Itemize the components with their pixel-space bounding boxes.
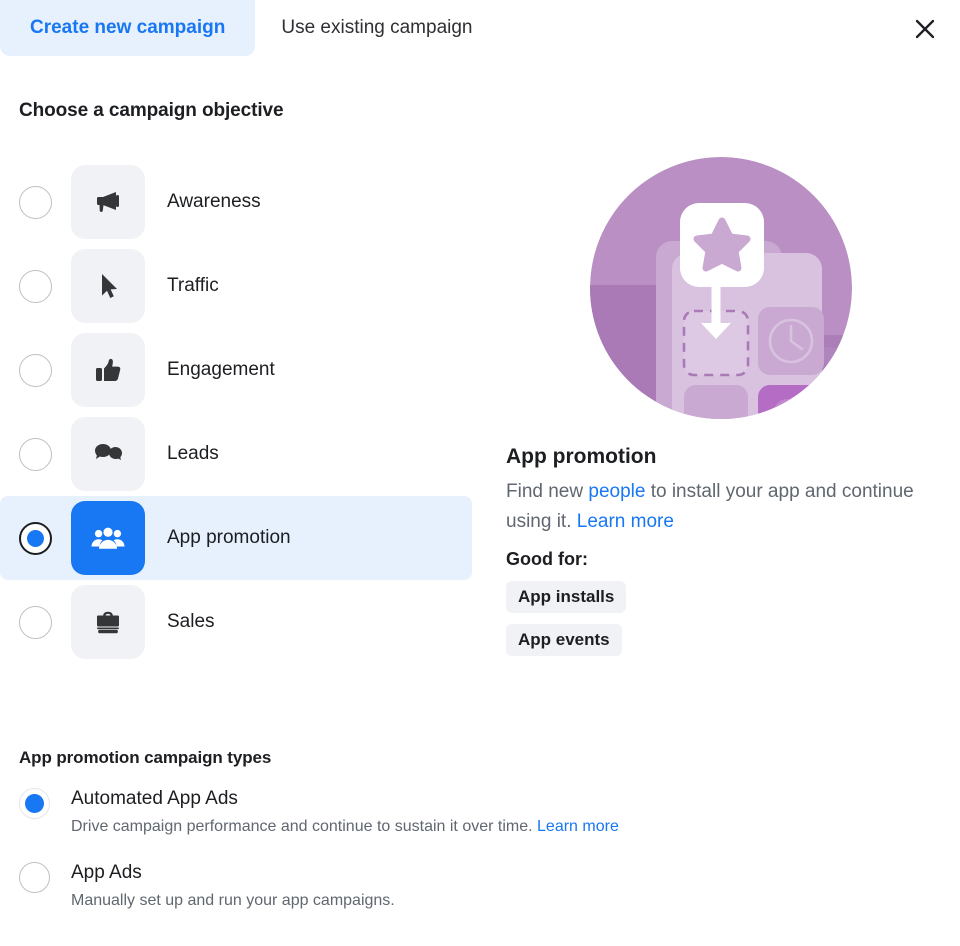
tab-create-new-campaign-label: Create new campaign	[30, 17, 226, 38]
cursor-icon	[102, 274, 117, 298]
close-icon	[915, 19, 935, 39]
campaign-types-list: Automated App Ads Drive campaign perform…	[19, 786, 919, 934]
learn-more-link[interactable]: Learn more	[577, 511, 674, 532]
objective-icon-tile-app-promotion	[71, 501, 145, 575]
app-install-illustration	[590, 157, 852, 419]
radio-traffic[interactable]	[19, 269, 52, 303]
tab-use-existing-campaign-label: Use existing campaign	[281, 17, 473, 38]
campaign-type-learn-more-link[interactable]: Learn more	[537, 818, 619, 835]
close-button[interactable]	[908, 12, 942, 46]
detail-title: App promotion	[506, 445, 657, 468]
people-link[interactable]: people	[588, 481, 645, 502]
objective-icon-tile-engagement	[71, 333, 145, 407]
radio-app-promotion[interactable]	[19, 521, 52, 555]
thumbs-up-icon	[96, 358, 121, 381]
objective-row-leads[interactable]: Leads	[0, 412, 472, 496]
objective-row-engagement[interactable]: Engagement	[0, 328, 472, 412]
campaign-type-desc-app-ads: Manually set up and run your app campaig…	[71, 892, 395, 909]
objective-label-sales: Sales	[167, 611, 215, 632]
detail-desc-part1: Find new	[506, 481, 589, 502]
radio-awareness[interactable]	[19, 185, 52, 219]
objective-label-engagement: Engagement	[167, 359, 275, 380]
speech-bubbles-icon	[95, 444, 122, 460]
illustration-wrap	[506, 155, 936, 421]
chip-app-installs: App installs	[506, 581, 627, 613]
chip-row-app-events: App events	[506, 613, 936, 656]
megaphone-icon	[97, 192, 119, 212]
briefcase-icon	[97, 611, 119, 634]
objective-label-awareness: Awareness	[167, 191, 261, 212]
campaign-types-heading: App promotion campaign types	[19, 748, 272, 767]
good-for-label: Good for:	[506, 549, 588, 569]
radio-sales[interactable]	[19, 605, 52, 639]
objective-section-heading: Choose a campaign objective	[19, 100, 284, 121]
objective-row-awareness[interactable]: Awareness	[0, 160, 472, 244]
objective-icon-tile-sales	[71, 585, 145, 659]
tab-bar: Create new campaign Use existing campaig…	[0, 0, 960, 56]
tab-use-existing-campaign[interactable]: Use existing campaign	[255, 0, 498, 56]
campaign-type-desc-automated-app-ads: Drive campaign performance and continue …	[71, 816, 619, 838]
people-group-icon	[91, 527, 125, 549]
objective-row-traffic[interactable]: Traffic	[0, 244, 472, 328]
campaign-type-row-automated-app-ads[interactable]: Automated App Ads Drive campaign perform…	[19, 786, 919, 838]
objective-row-app-promotion[interactable]: App promotion	[0, 496, 472, 580]
campaign-type-text-automated-app-ads: Automated App Ads Drive campaign perform…	[71, 786, 619, 838]
radio-automated-app-ads[interactable]	[19, 788, 50, 819]
campaign-type-title-app-ads: App Ads	[71, 862, 142, 883]
tab-create-new-campaign[interactable]: Create new campaign	[0, 0, 256, 56]
campaign-type-title-automated-app-ads: Automated App Ads	[71, 788, 238, 809]
chip-app-events: App events	[506, 624, 622, 656]
objective-icon-tile-awareness	[71, 165, 145, 239]
objective-list: Awareness Traffic Engagement Leads App p…	[0, 160, 472, 664]
chip-row-app-installs: App installs	[506, 570, 936, 613]
objective-detail-panel: App promotion Find new people to install…	[506, 155, 936, 656]
radio-leads[interactable]	[19, 437, 52, 471]
detail-description: Find new people to install your app and …	[506, 477, 916, 537]
objective-label-leads: Leads	[167, 443, 219, 464]
campaign-type-text-app-ads: App Ads Manually set up and run your app…	[71, 860, 395, 912]
radio-app-ads[interactable]	[19, 862, 50, 893]
objective-icon-tile-traffic	[71, 249, 145, 323]
campaign-type-desc-text-automated-app-ads: Drive campaign performance and continue …	[71, 818, 538, 835]
campaign-type-row-app-ads[interactable]: App Ads Manually set up and run your app…	[19, 860, 919, 912]
objective-label-app-promotion: App promotion	[167, 527, 291, 548]
objective-label-traffic: Traffic	[167, 275, 219, 296]
objective-row-sales[interactable]: Sales	[0, 580, 472, 664]
radio-engagement[interactable]	[19, 353, 52, 387]
objective-icon-tile-leads	[71, 417, 145, 491]
